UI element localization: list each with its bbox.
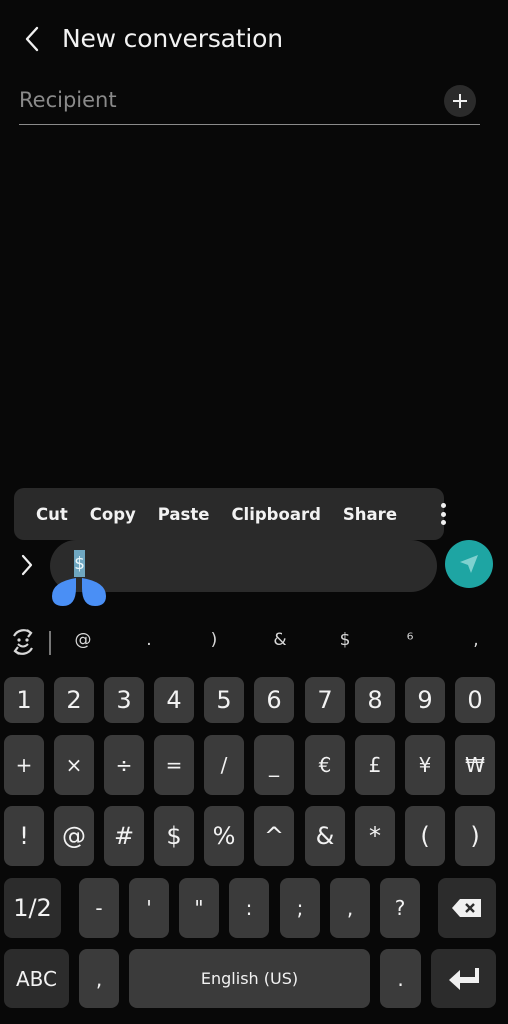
back-button[interactable]: [18, 24, 46, 54]
key[interactable]: :: [229, 878, 269, 938]
key[interactable]: 8: [355, 677, 395, 723]
cut-button[interactable]: Cut: [36, 505, 68, 524]
keyboard-suggestion-bar: @ . ) & $ ⁶ ,: [0, 622, 508, 662]
key[interactable]: &: [305, 806, 345, 866]
space-key[interactable]: English (US): [129, 949, 370, 1008]
key[interactable]: 0: [455, 677, 495, 723]
key[interactable]: *: [355, 806, 395, 866]
backspace-key[interactable]: [438, 878, 496, 938]
key[interactable]: ×: [54, 735, 94, 795]
paste-button[interactable]: Paste: [158, 505, 210, 524]
more-dot: [441, 520, 447, 525]
selection-handles[interactable]: [50, 578, 110, 608]
key[interactable]: !: [4, 806, 44, 866]
suggestion-key[interactable]: @: [68, 630, 98, 650]
key[interactable]: ": [179, 878, 219, 938]
text-selection-menu: Cut Copy Paste Clipboard Share: [14, 488, 447, 540]
chevron-left-icon: [25, 26, 39, 52]
more-dot: [441, 511, 447, 517]
key[interactable]: 4: [154, 677, 194, 723]
comma-key[interactable]: ,: [79, 949, 119, 1008]
page-toggle-key[interactable]: 1/2: [4, 878, 61, 938]
key[interactable]: 3: [104, 677, 144, 723]
key[interactable]: 6: [254, 677, 294, 723]
key[interactable]: =: [154, 735, 194, 795]
key[interactable]: @: [54, 806, 94, 866]
suggestion-key[interactable]: $: [330, 630, 360, 650]
key[interactable]: ÷: [104, 735, 144, 795]
suggestion-key[interactable]: ): [199, 630, 229, 650]
plus-icon: [453, 94, 467, 108]
key[interactable]: €: [305, 735, 345, 795]
more-options-button[interactable]: [441, 501, 447, 527]
selection-handle-left: [52, 578, 76, 606]
page-title: New conversation: [62, 24, 283, 53]
key[interactable]: 1: [4, 677, 44, 723]
enter-key[interactable]: [431, 949, 496, 1008]
enter-icon: [448, 967, 479, 990]
key[interactable]: ?: [380, 878, 420, 938]
key[interactable]: ,: [330, 878, 370, 938]
backspace-icon: [452, 899, 481, 917]
key[interactable]: ¥: [405, 735, 445, 795]
selected-text[interactable]: $: [74, 550, 85, 577]
suggestion-key[interactable]: &: [265, 630, 295, 650]
more-vertical-icon: [441, 503, 447, 508]
key[interactable]: #: [104, 806, 144, 866]
key[interactable]: 2: [54, 677, 94, 723]
add-recipient-button[interactable]: [444, 85, 476, 117]
suggestion-key[interactable]: ,: [461, 630, 491, 650]
key[interactable]: (: [405, 806, 445, 866]
key[interactable]: _: [254, 735, 294, 795]
key[interactable]: 7: [305, 677, 345, 723]
clipboard-button[interactable]: Clipboard: [231, 505, 320, 524]
key[interactable]: ;: [280, 878, 320, 938]
key[interactable]: /: [204, 735, 244, 795]
app-header: New conversation: [0, 0, 508, 78]
key[interactable]: %: [204, 806, 244, 866]
send-button[interactable]: [445, 540, 493, 588]
key[interactable]: ): [455, 806, 495, 866]
selection-handle-right: [82, 578, 106, 606]
recipient-input[interactable]: [19, 88, 419, 112]
suggestion-divider: [49, 631, 51, 655]
copy-button[interactable]: Copy: [90, 505, 136, 524]
key[interactable]: $: [154, 806, 194, 866]
chevron-right-icon: [21, 554, 33, 576]
key[interactable]: ': [129, 878, 169, 938]
share-button[interactable]: Share: [343, 505, 397, 524]
emoji-toggle-icon[interactable]: [7, 626, 39, 658]
period-key[interactable]: .: [380, 949, 421, 1008]
key[interactable]: ^: [254, 806, 294, 866]
key[interactable]: 9: [405, 677, 445, 723]
key[interactable]: 5: [204, 677, 244, 723]
suggestion-key[interactable]: ⁶: [395, 630, 425, 650]
suggestion-key[interactable]: .: [134, 630, 164, 650]
key[interactable]: ₩: [455, 735, 495, 795]
key[interactable]: +: [4, 735, 44, 795]
key[interactable]: £: [355, 735, 395, 795]
abc-key[interactable]: ABC: [4, 949, 69, 1008]
send-icon: [460, 555, 478, 573]
expand-attachments-button[interactable]: [16, 552, 38, 578]
recipient-row: [19, 84, 480, 125]
key[interactable]: -: [79, 878, 119, 938]
